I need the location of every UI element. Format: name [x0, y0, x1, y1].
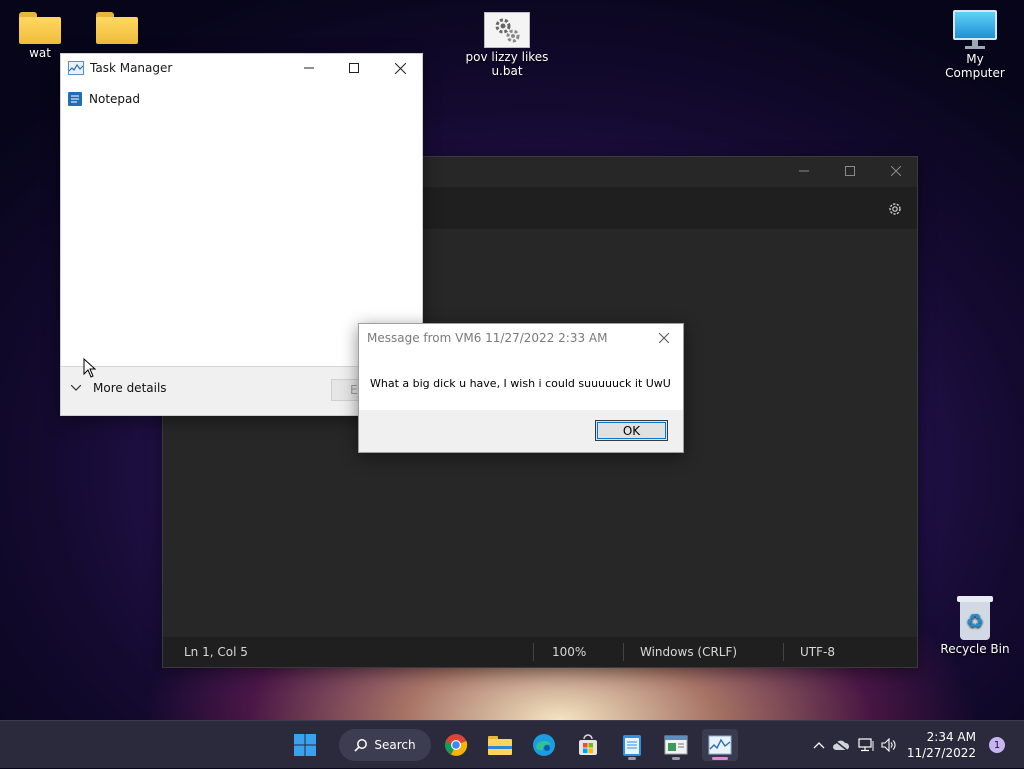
zoom-level: 100%	[552, 645, 587, 659]
task-manager-icon	[708, 735, 732, 755]
message-dialog-titlebar[interactable]: Message from VM6 11/27/2022 2:33 AM	[359, 324, 683, 352]
notepad-status-bar: Ln 1, Col 5 100% Windows (CRLF) UTF-8	[163, 637, 917, 667]
taskbar-search-button[interactable]: Search	[339, 729, 431, 761]
line-ending: Windows (CRLF)	[640, 645, 738, 659]
search-icon	[354, 739, 368, 752]
taskbar-file-explorer[interactable]	[482, 729, 518, 761]
network-button[interactable]	[854, 721, 878, 769]
desktop-icon-label: pov lizzy likes u.bat	[465, 50, 549, 78]
encoding: UTF-8	[800, 645, 835, 659]
notepad-maximize-button[interactable]	[827, 157, 873, 185]
close-icon	[394, 62, 406, 74]
chevron-up-icon	[813, 742, 825, 749]
more-details-label: More details	[93, 381, 167, 395]
notepad-minimize-button[interactable]	[781, 157, 827, 185]
message-dialog[interactable]: Message from VM6 11/27/2022 2:33 AM What…	[358, 323, 684, 453]
mouse-cursor-icon	[83, 358, 97, 378]
desktop-icon-label: My Computer	[945, 52, 1005, 80]
status-divider	[623, 643, 624, 661]
notepad-icon	[68, 92, 82, 106]
batch-file-icon	[484, 12, 530, 48]
system-tray	[810, 721, 900, 769]
task-manager-maximize-button[interactable]	[331, 54, 377, 82]
chevron-down-icon	[71, 385, 81, 391]
taskbar-control-panel[interactable]	[658, 729, 694, 761]
speaker-icon	[881, 738, 896, 752]
dialog-title: Message from VM6 11/27/2022 2:33 AM	[367, 331, 608, 345]
more-details-button[interactable]: More details	[71, 381, 167, 395]
taskbar-task-manager[interactable]	[702, 729, 738, 761]
app-name: Notepad	[89, 92, 140, 106]
minimize-icon	[799, 170, 809, 172]
running-indicator	[672, 757, 680, 760]
taskbar: Search 2:34 AM 11/27/2022 1	[0, 720, 1024, 768]
dialog-button-area: OK	[359, 410, 683, 452]
dialog-message: What a big dick u have, I wish i could s…	[370, 377, 671, 390]
notepad-close-button[interactable]	[873, 157, 919, 185]
network-icon	[858, 738, 874, 752]
task-manager-icon	[68, 61, 84, 75]
task-manager-minimize-button[interactable]	[286, 54, 332, 82]
notepad-icon	[623, 735, 641, 756]
task-manager-titlebar[interactable]: Task Manager	[61, 54, 422, 82]
close-icon	[659, 333, 669, 343]
desktop-icon-my-computer[interactable]: My Computer	[935, 10, 1015, 80]
gear-icon	[889, 203, 901, 215]
store-icon	[579, 734, 597, 755]
clock-time: 2:34 AM	[926, 730, 976, 744]
taskbar-edge[interactable]	[526, 729, 562, 761]
recycle-bin-icon: ♻	[957, 596, 993, 640]
end-task-label: E	[350, 383, 358, 397]
edge-icon	[533, 734, 555, 756]
taskbar-chrome[interactable]	[438, 729, 474, 761]
chrome-icon	[445, 734, 468, 756]
taskbar-notepad[interactable]	[614, 729, 650, 761]
window-title: Task Manager	[90, 61, 173, 75]
desktop-icon-label: Recycle Bin	[940, 642, 1010, 656]
taskbar-store[interactable]	[570, 729, 606, 761]
folder-icon	[96, 12, 138, 44]
start-button[interactable]	[287, 729, 323, 761]
desktop-icon-bat-file[interactable]: pov lizzy likes u.bat	[466, 12, 548, 78]
onedrive-button[interactable]	[828, 721, 854, 769]
cloud-offline-icon	[833, 739, 850, 751]
monitor-icon	[953, 10, 997, 50]
volume-button[interactable]	[878, 721, 900, 769]
ok-button[interactable]: OK	[595, 420, 668, 441]
task-manager-close-button[interactable]	[377, 54, 423, 82]
cursor-position: Ln 1, Col 5	[184, 645, 248, 659]
desktop-icon-recycle-bin[interactable]: ♻ Recycle Bin	[935, 596, 1015, 656]
clock-date: 11/27/2022	[906, 746, 976, 760]
active-indicator	[712, 757, 728, 760]
window-app-icon	[664, 735, 688, 755]
list-item[interactable]: Notepad	[67, 89, 140, 109]
desktop-icon-folder[interactable]	[77, 12, 157, 46]
search-label: Search	[374, 738, 416, 752]
notification-badge[interactable]: 1	[989, 737, 1005, 753]
dialog-close-button[interactable]	[646, 324, 682, 352]
folder-icon	[19, 12, 61, 44]
close-icon	[891, 166, 901, 176]
show-hidden-icons-button[interactable]	[810, 721, 828, 769]
status-divider	[783, 643, 784, 661]
file-explorer-icon	[488, 736, 512, 755]
windows-logo-icon	[294, 734, 316, 756]
running-indicator	[628, 757, 636, 760]
status-divider	[533, 643, 534, 661]
maximize-icon	[349, 63, 359, 73]
settings-button[interactable]	[881, 197, 909, 221]
minimize-icon	[304, 67, 314, 69]
taskbar-clock[interactable]: 2:34 AM 11/27/2022	[907, 729, 976, 761]
maximize-icon	[845, 166, 855, 176]
